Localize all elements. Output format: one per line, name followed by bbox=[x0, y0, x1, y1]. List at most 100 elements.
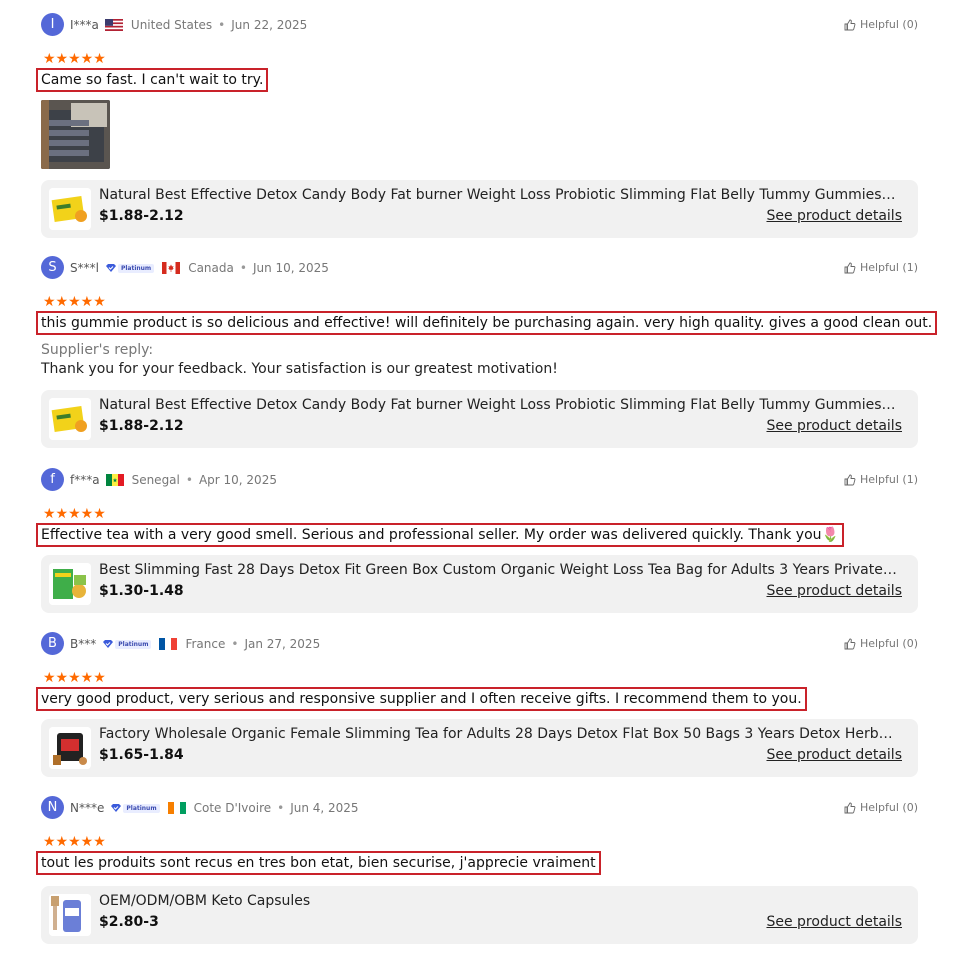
thumbs-up-icon bbox=[844, 474, 856, 485]
see-product-details-link[interactable]: See product details bbox=[766, 747, 902, 763]
review-item: N N***e Platinum Cote D'Ivoire • Jun 4, … bbox=[36, 796, 918, 944]
product-card[interactable]: Best Slimming Fast 28 Days Detox Fit Gre… bbox=[41, 555, 918, 613]
platinum-badge-icon bbox=[105, 264, 116, 272]
product-title[interactable]: Natural Best Effective Detox Candy Body … bbox=[99, 397, 899, 413]
reviewer-meta: f***a Senegal • Apr 10, 2025 bbox=[70, 472, 277, 488]
reviewer-name: f***a bbox=[70, 473, 100, 487]
helpful-button[interactable]: Helpful (0) bbox=[844, 801, 918, 814]
product-title[interactable]: Natural Best Effective Detox Candy Body … bbox=[99, 187, 899, 203]
product-price: $2.80-3 bbox=[99, 914, 159, 930]
avatar: f bbox=[41, 468, 64, 491]
product-image bbox=[49, 727, 91, 769]
review-item: f f***a Senegal • Apr 10, 2025 Helpful (… bbox=[36, 468, 918, 613]
reviewer-country: Senegal bbox=[131, 473, 180, 487]
review-text: Came so fast. I can't wait to try. bbox=[36, 68, 269, 92]
platinum-badge: Platinum bbox=[110, 803, 160, 813]
product-card[interactable]: OEM/ODM/OBM Keto Capsules $2.80-3 See pr… bbox=[41, 886, 918, 944]
separator-dot: • bbox=[185, 473, 193, 487]
star-rating: ★★★★★ bbox=[43, 51, 106, 67]
product-card[interactable]: Natural Best Effective Detox Candy Body … bbox=[41, 180, 918, 238]
reviewer-meta: B*** Platinum France • Jan 27, 2025 bbox=[70, 636, 320, 652]
helpful-label: Helpful (1) bbox=[859, 261, 918, 274]
separator-dot: • bbox=[277, 801, 285, 815]
star-rating: ★★★★★ bbox=[43, 670, 106, 686]
review-text: Effective tea with a very good smell. Se… bbox=[36, 523, 844, 547]
review-item: I I***a United States • Jun 22, 2025 Hel… bbox=[36, 13, 918, 239]
separator-dot: • bbox=[218, 18, 226, 32]
platinum-badge-icon bbox=[103, 640, 114, 648]
review-header: I I***a United States • Jun 22, 2025 Hel… bbox=[41, 13, 918, 37]
product-price: $1.65-1.84 bbox=[99, 747, 184, 763]
product-image bbox=[49, 188, 91, 230]
separator-dot: • bbox=[239, 261, 247, 275]
platinum-label: Platinum bbox=[115, 639, 152, 649]
avatar: B bbox=[41, 632, 64, 655]
review-item: B B*** Platinum France • Jan 27, 2025 He… bbox=[36, 632, 918, 777]
supplier-reply-text: Thank you for your feedback. Your satisf… bbox=[41, 361, 558, 377]
see-product-details-link[interactable]: See product details bbox=[766, 583, 902, 599]
reviewer-name: S***l bbox=[70, 261, 99, 275]
reviewer-name: B*** bbox=[70, 637, 97, 651]
platinum-label: Platinum bbox=[123, 803, 160, 813]
flag-ci-icon bbox=[167, 802, 186, 814]
review-text: this gummie product is so delicious and … bbox=[36, 311, 938, 335]
see-product-details-link[interactable]: See product details bbox=[766, 914, 902, 930]
reviewer-name: I***a bbox=[70, 18, 99, 32]
helpful-button[interactable]: Helpful (0) bbox=[844, 637, 918, 650]
product-price: $1.30-1.48 bbox=[99, 583, 184, 599]
thumbs-up-icon bbox=[844, 262, 856, 273]
review-header: S S***l Platinum Canada • Jun 10, 2025 H… bbox=[41, 256, 918, 280]
platinum-badge-icon bbox=[111, 804, 122, 812]
reviewer-country: United States bbox=[130, 18, 213, 32]
product-card[interactable]: Factory Wholesale Organic Female Slimmin… bbox=[41, 719, 918, 777]
product-card[interactable]: Natural Best Effective Detox Candy Body … bbox=[41, 390, 918, 448]
review-date: Jun 4, 2025 bbox=[290, 801, 359, 815]
product-image bbox=[49, 894, 91, 936]
separator-dot: • bbox=[231, 637, 239, 651]
product-title[interactable]: Best Slimming Fast 28 Days Detox Fit Gre… bbox=[99, 562, 899, 578]
product-price: $1.88-2.12 bbox=[99, 418, 184, 434]
thumbs-up-icon bbox=[844, 802, 856, 813]
helpful-label: Helpful (0) bbox=[859, 18, 918, 31]
thumbs-up-icon bbox=[844, 19, 856, 30]
flag-us-icon bbox=[104, 19, 123, 31]
see-product-details-link[interactable]: See product details bbox=[766, 208, 902, 224]
reviewer-country: Canada bbox=[188, 261, 234, 275]
reviewer-country: France bbox=[185, 637, 226, 651]
platinum-badge: Platinum bbox=[102, 639, 152, 649]
product-image bbox=[49, 398, 91, 440]
reviewer-meta: I***a United States • Jun 22, 2025 bbox=[70, 17, 307, 33]
product-title[interactable]: Factory Wholesale Organic Female Slimmin… bbox=[99, 726, 899, 742]
platinum-label: Platinum bbox=[117, 263, 155, 273]
product-title[interactable]: OEM/ODM/OBM Keto Capsules bbox=[99, 893, 899, 909]
reviewer-meta: S***l Platinum Canada • Jun 10, 2025 bbox=[70, 260, 329, 276]
review-text: very good product, very serious and resp… bbox=[36, 687, 807, 711]
helpful-button[interactable]: Helpful (1) bbox=[844, 261, 918, 274]
supplier-reply-label: Supplier's reply: bbox=[41, 342, 154, 358]
helpful-button[interactable]: Helpful (0) bbox=[844, 18, 918, 31]
flag-fr-icon bbox=[159, 638, 178, 650]
review-photo[interactable] bbox=[41, 100, 110, 169]
helpful-button[interactable]: Helpful (1) bbox=[844, 473, 918, 486]
see-product-details-link[interactable]: See product details bbox=[766, 418, 902, 434]
avatar: S bbox=[41, 256, 64, 279]
reviews-list: I I***a United States • Jun 22, 2025 Hel… bbox=[0, 0, 960, 960]
review-item: S S***l Platinum Canada • Jun 10, 2025 H… bbox=[36, 256, 938, 449]
review-date: Jun 10, 2025 bbox=[252, 261, 329, 275]
helpful-label: Helpful (0) bbox=[859, 637, 918, 650]
helpful-label: Helpful (1) bbox=[859, 473, 918, 486]
review-text: tout les produits sont recus en tres bon… bbox=[36, 851, 601, 875]
platinum-badge: Platinum bbox=[105, 263, 155, 273]
star-rating: ★★★★★ bbox=[43, 506, 106, 522]
reviewer-country: Cote D'Ivoire bbox=[193, 801, 272, 815]
product-price: $1.88-2.12 bbox=[99, 208, 184, 224]
star-rating: ★★★★★ bbox=[43, 294, 106, 310]
avatar: I bbox=[41, 13, 64, 36]
review-date: Jun 22, 2025 bbox=[231, 18, 308, 32]
flag-sn-icon bbox=[105, 474, 124, 486]
review-date: Jan 27, 2025 bbox=[244, 637, 321, 651]
review-header: N N***e Platinum Cote D'Ivoire • Jun 4, … bbox=[41, 796, 918, 820]
review-header: B B*** Platinum France • Jan 27, 2025 He… bbox=[41, 632, 918, 656]
product-image bbox=[49, 563, 91, 605]
review-header: f f***a Senegal • Apr 10, 2025 Helpful (… bbox=[41, 468, 918, 492]
